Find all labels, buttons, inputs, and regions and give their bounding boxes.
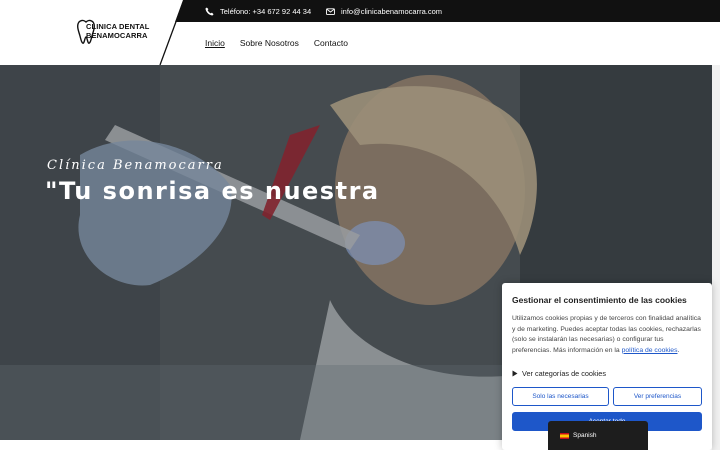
hero-title: "Tu sonrisa es nuestra	[45, 177, 380, 205]
logo-line-1: CLINICA DENTAL	[86, 22, 150, 31]
logo-text: CLINICA DENTAL BENAMOCARRA	[86, 22, 149, 40]
email-contact[interactable]: info@clinicabenamocarra.com	[326, 0, 442, 22]
scrollbar[interactable]	[712, 65, 720, 450]
cookie-title: Gestionar el consentimiento de las cooki…	[512, 295, 687, 305]
necessary-only-button[interactable]: Solo las necesarias	[512, 387, 609, 406]
envelope-icon	[326, 7, 335, 15]
email-text: info@clinicabenamocarra.com	[341, 6, 442, 16]
cookie-policy-link[interactable]: política de cookies	[622, 347, 678, 354]
phone-text: Teléfono: +34 672 92 44 34	[220, 6, 312, 16]
nav-item-sobre-nosotros[interactable]: Sobre Nosotros	[240, 38, 299, 50]
preferences-button[interactable]: Ver preferencias	[613, 387, 702, 406]
phone-icon	[205, 6, 214, 16]
cookie-text-end: .	[677, 346, 680, 354]
page: CLINICA DENTAL BENAMOCARRA Teléfono: +34…	[0, 0, 720, 450]
nav-item-inicio[interactable]: Inicio	[205, 38, 225, 50]
caret-right-icon	[512, 370, 518, 377]
nav-item-contacto[interactable]: Contacto	[314, 38, 348, 50]
main-nav: Inicio Sobre Nosotros Contacto	[205, 38, 348, 50]
phone-contact[interactable]: Teléfono: +34 672 92 44 34	[205, 0, 311, 22]
hero-kicker: Clínica Benamocarra	[47, 158, 224, 173]
language-label: Spanish	[573, 432, 597, 439]
spain-flag-icon	[560, 432, 569, 439]
cookie-categories-label: Ver categorías de cookies	[522, 369, 606, 378]
cookie-categories-toggle[interactable]: Ver categorías de cookies	[512, 369, 606, 378]
logo-line-2: BENAMOCARRA	[86, 31, 148, 40]
language-switcher[interactable]: Spanish	[548, 421, 648, 450]
cookie-text: Utilizamos cookies propias y de terceros…	[512, 314, 704, 356]
